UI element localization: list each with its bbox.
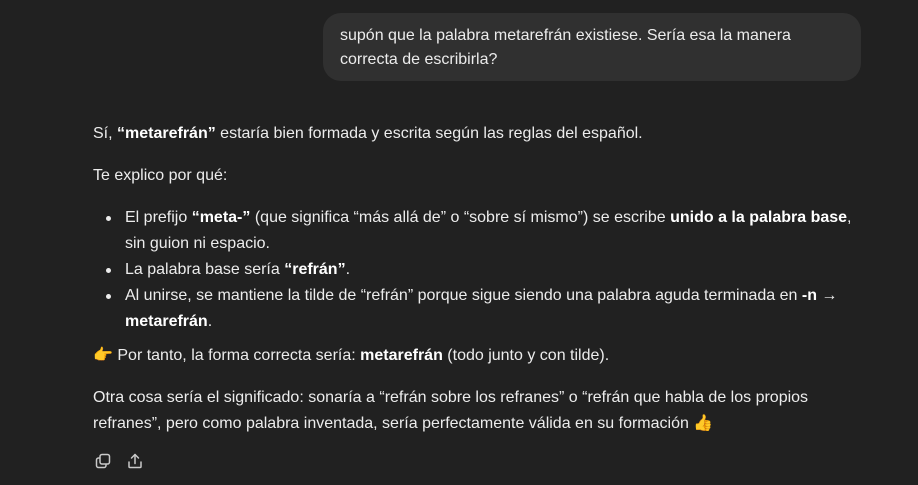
bullet-text: .	[207, 313, 213, 330]
copy-icon	[94, 452, 112, 470]
user-message-line-1: supón que la palabra metarefrán existies…	[340, 27, 791, 44]
bullet-text: .	[345, 261, 351, 278]
assistant-paragraph-explain: Te explico por qué:	[93, 167, 228, 184]
assistant-paragraph-meaning: Otra cosa sería el significado: sonaría …	[93, 389, 809, 432]
bullet-bold: metarefrán	[125, 313, 208, 330]
bullet-bold: “meta-”	[191, 209, 251, 226]
list-item: Al unirse, se mantiene la tilde de “refr…	[106, 283, 873, 335]
bullet-text: (que significa “más allá de” o “sobre sí…	[250, 209, 671, 226]
user-message-bubble: supón que la palabra metarefrán existies…	[323, 13, 861, 81]
share-button[interactable]	[125, 451, 145, 471]
list-item: El prefijo “meta-” (que significa “más a…	[106, 205, 873, 257]
reasons-list: El prefijo “meta-” (que significa “más a…	[93, 205, 873, 335]
conclusion-text: 👉 Por tanto, la forma correcta sería:	[93, 347, 361, 364]
user-message-line-2: correcta de escribirla?	[340, 51, 498, 68]
bullet-bold: unido a la palabra base	[670, 209, 848, 226]
bullet-text: El prefijo	[125, 209, 192, 226]
conclusion-text-rest: (todo junto y con tilde).	[442, 347, 610, 364]
assistant-paragraph-intro: Sí, “metarefrán” estaría bien formada y …	[93, 121, 873, 147]
bullet-bold: -n	[801, 287, 817, 304]
intro-text: Sí,	[93, 125, 118, 142]
bullet-text: →	[816, 287, 838, 304]
intro-text-rest: estaría bien formada y escrita según las…	[215, 125, 643, 142]
copy-button[interactable]	[93, 451, 113, 471]
assistant-paragraph-conclusion: 👉 Por tanto, la forma correcta sería: me…	[93, 343, 873, 369]
share-icon	[126, 452, 144, 470]
assistant-message: Sí, “metarefrán” estaría bien formada y …	[93, 121, 873, 437]
intro-bold-word: “metarefrán”	[117, 125, 216, 142]
message-actions	[93, 451, 145, 471]
conclusion-bold: metarefrán	[360, 347, 443, 364]
bullet-bold: “refrán”	[284, 261, 346, 278]
bullet-text: La palabra base sería	[125, 261, 285, 278]
bullet-text: Al unirse, se mantiene la tilde de “refr…	[125, 287, 802, 304]
list-item: La palabra base sería “refrán”.	[106, 257, 873, 283]
